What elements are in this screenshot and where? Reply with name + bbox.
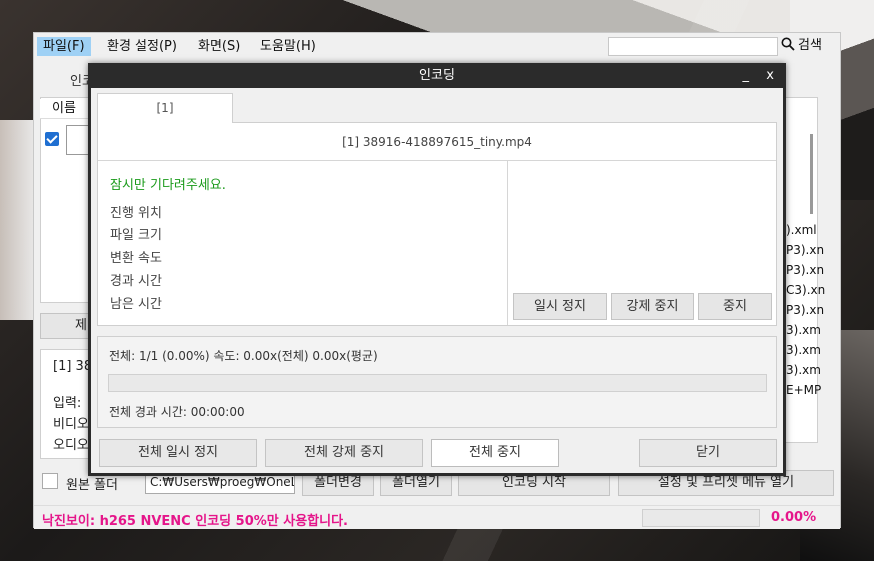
total-summary: 전체: 1/1 (0.00%) 속도: 0.00x(전체) 0.00x(평균) [109,349,378,363]
job-button-partial[interactable]: 제 [40,313,94,339]
conversion-speed-label: 변환 속도 [110,251,162,266]
status-progress-bar [642,509,760,527]
status-percent: 0.00% [771,510,817,525]
pause-all-button[interactable]: 전체 일시 정지 [99,439,257,467]
file-size-label: 파일 크기 [110,228,162,243]
job-panel: [1] 38916-418897615_tiny.mp4 잠시만 기다려주세요.… [97,122,777,326]
menu-preferences[interactable]: 환경 설정(P) [101,37,183,56]
preset-list-item[interactable]: 3).xm [786,363,821,377]
close-button[interactable]: 닫기 [639,439,777,467]
info-video-label: 비디오 [53,417,89,432]
progress-position-label: 진행 위치 [110,206,162,221]
scrollbar[interactable] [810,134,813,214]
tab-job-1[interactable]: [1] [97,93,233,123]
encoding-dialog: 인코딩 _ x [1] [1] 38916-418897615_tiny.mp4… [88,63,786,476]
menu-view[interactable]: 화면(S) [192,37,246,56]
total-elapsed: 전체 경과 시간: 00:00:00 [109,405,245,419]
status-bar: 낙진보이: h265 NVENC 인코딩 50%만 사용합니다. 0.00% [34,505,840,529]
info-job-line: [1] 38 [53,359,93,374]
dialog-title-bar[interactable]: 인코딩 _ x [91,66,783,88]
file-icon [66,125,90,155]
wait-message: 잠시만 기다려주세요. [110,178,226,193]
menu-help[interactable]: 도움말(H) [254,37,322,56]
job-file-title: [1] 38916-418897615_tiny.mp4 [98,123,776,161]
total-progress-panel: 전체: 1/1 (0.00%) 속도: 0.00x(전체) 0.00x(평균) … [97,336,777,428]
progress-info: 잠시만 기다려주세요. 진행 위치 파일 크기 변환 속도 경과 시간 남은 시… [98,161,508,325]
preset-list-item[interactable]: P3).xn [786,243,824,257]
preset-list-item[interactable]: P3).xn [786,263,824,277]
preset-list-item[interactable]: P3).xn [786,303,824,317]
minimize-button[interactable]: _ [743,66,750,86]
stop-all-button[interactable]: 전체 중지 [431,439,559,467]
search-label: 검색 [798,38,822,53]
preset-list-item[interactable]: 3).xm [786,323,821,337]
preset-list-item[interactable]: E+MP [786,383,821,397]
menu-bar: 파일(F) 환경 설정(P) 화면(S) 도움말(H) 검색 [34,33,840,59]
search-button[interactable]: 검색 [781,36,822,56]
original-folder-checkbox[interactable] [42,473,58,489]
info-input-label: 입력: [53,396,82,411]
force-stop-button[interactable]: 강제 중지 [611,293,694,320]
preset-list-item[interactable]: C3).xn [786,283,825,297]
stop-button[interactable]: 중지 [698,293,772,320]
original-folder-label: 원본 폴더 [66,478,118,493]
column-header-name[interactable]: 이름 [40,99,94,119]
elapsed-time-label: 경과 시간 [110,274,162,289]
preset-list-item[interactable]: 3).xm [786,343,821,357]
close-icon[interactable]: x [766,66,774,86]
info-audio-label: 오디오 [53,438,89,453]
row-checkbox[interactable] [45,132,59,146]
status-message: 낙진보이: h265 NVENC 인코딩 50%만 사용합니다. [42,514,348,529]
search-input[interactable] [608,37,778,56]
force-stop-all-button[interactable]: 전체 강제 중지 [265,439,423,467]
total-progress-bar [108,374,767,392]
pause-button[interactable]: 일시 정지 [513,293,607,320]
menu-file[interactable]: 파일(F) [37,37,91,56]
preset-list-item[interactable]: ).xml [786,223,817,237]
search-icon [781,37,795,51]
dialog-title: 인코딩 [419,68,455,83]
remaining-time-label: 남은 시간 [110,297,162,312]
